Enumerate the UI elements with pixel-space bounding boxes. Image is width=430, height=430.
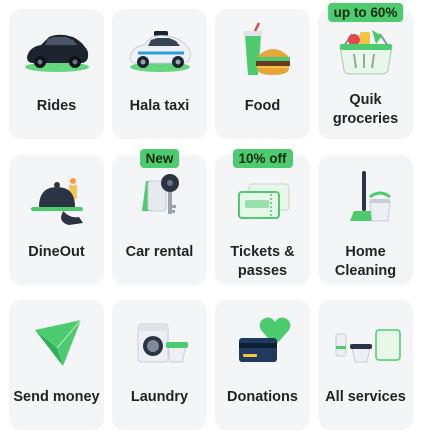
taxi-icon [124,21,196,83]
service-tile-send-money[interactable]: Send money [9,300,104,430]
service-label: Home Cleaning [334,244,397,279]
service-label: All services [325,389,406,405]
service-label: Donations [227,389,298,405]
service-label: Rides [36,98,77,114]
more-services-icon [330,312,402,374]
service-label: DineOut [28,244,85,260]
service-tile-car-rental[interactable]: New Car rental [112,149,207,285]
service-tile-dineout[interactable]: DineOut [9,155,104,285]
service-tile-home-cleaning[interactable]: Home Cleaning [318,155,413,285]
service-tile-rides[interactable]: Rides [9,9,104,139]
service-tile-hala-taxi[interactable]: Hala taxi [112,9,207,139]
new-badge: New [139,149,180,168]
service-label: Laundry [130,389,189,405]
service-label: Send money [13,389,100,405]
ticket-icon [227,167,299,229]
discount-badge: up to 60% [327,3,404,22]
service-label: Tickets & passes [230,244,295,279]
mop-bucket-icon [330,167,402,229]
service-label: Car rental [125,244,194,260]
service-tile-tickets-passes[interactable]: 10% off Tickets & passes [215,149,310,285]
services-grid: Rides Hala taxi Food up to 60% Quik groc… [0,0,430,430]
service-tile-laundry[interactable]: Laundry [112,300,207,430]
service-label: Hala taxi [129,98,190,114]
grocery-basket-icon [330,23,402,85]
washing-machine-icon [124,312,196,374]
car-icon [21,21,93,83]
service-tile-all-services[interactable]: All services [318,300,413,430]
burger-icon [227,21,299,83]
service-tile-quik-groceries[interactable]: up to 60% Quik groceries [318,3,413,139]
service-tile-donations[interactable]: Donations [215,300,310,430]
service-label: Quik groceries [332,92,399,127]
service-tile-food[interactable]: Food [215,9,310,139]
car-key-icon [124,167,196,229]
service-label: Food [244,98,281,114]
send-arrow-icon [21,312,93,374]
cloche-icon [21,167,93,229]
heart-card-icon [227,312,299,374]
discount-badge: 10% off [232,149,293,168]
